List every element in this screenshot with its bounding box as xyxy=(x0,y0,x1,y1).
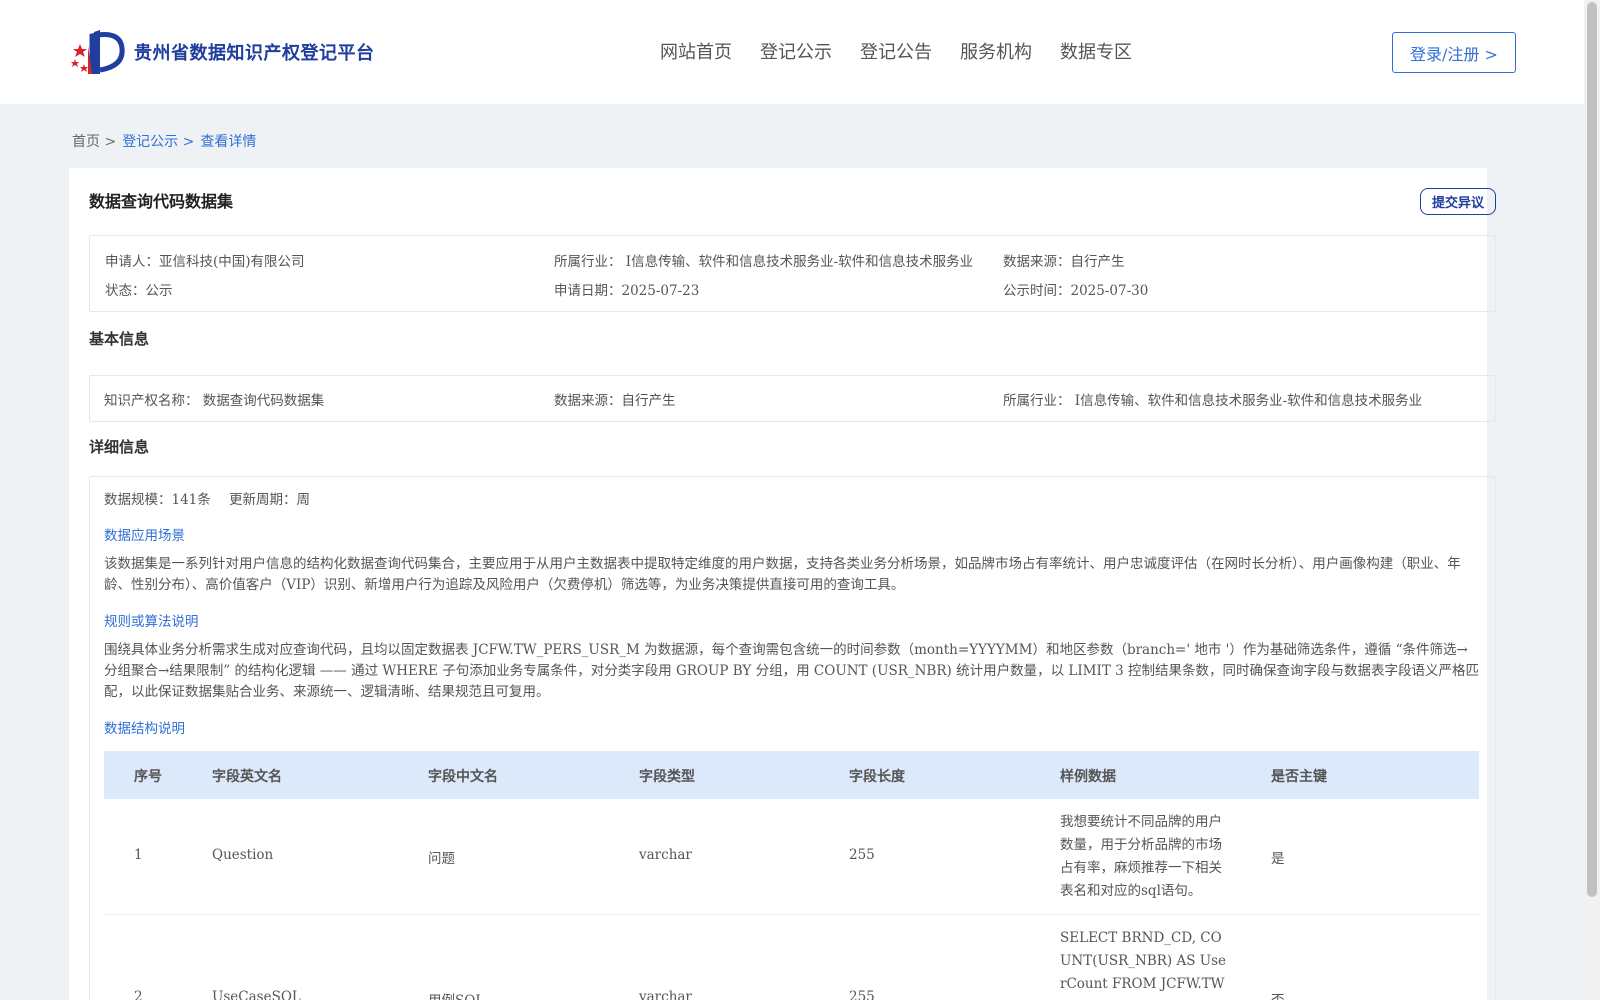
nav-service-agency[interactable]: 服务机构 xyxy=(960,38,1032,64)
cell-field-length: 255 xyxy=(849,989,875,1000)
breadcrumb: 首页 > 登记公示 > 查看详情 xyxy=(72,131,256,151)
site-title: 贵州省数据知识产权登记平台 xyxy=(134,43,375,64)
nav-data-zone[interactable]: 数据专区 xyxy=(1060,38,1132,64)
submit-objection-button[interactable]: 提交异议 xyxy=(1420,188,1496,215)
login-register-button[interactable]: 登录/注册 > xyxy=(1392,32,1516,73)
nav-announcement[interactable]: 登记公告 xyxy=(860,38,932,64)
page-title: 数据查询代码数据集 xyxy=(89,192,234,211)
th-field-length: 字段长度 xyxy=(849,769,905,785)
th-sample: 样例数据 xyxy=(1060,769,1116,785)
scrollbar-thumb[interactable] xyxy=(1587,2,1597,897)
th-field-type: 字段类型 xyxy=(639,769,695,785)
table-header: 序号 字段英文名 字段中文名 字段类型 字段长度 样例数据 是否主键 xyxy=(104,751,1479,799)
table-row: 2 UseCaseSQL 用例SQL varchar 255 SELECT BR… xyxy=(104,915,1479,1000)
cell-field-type: varchar xyxy=(639,989,692,1000)
site-logo[interactable]: 贵州省数据知识产权登记平台 xyxy=(70,26,375,78)
publish-date: 公示时间：2025-07-30 xyxy=(1003,283,1149,299)
basic-info-box: 知识产权名称： 数据查询代码数据集 数据来源：自行产生 所属行业： I信息传输、… xyxy=(89,375,1496,422)
logo-emblem-icon xyxy=(70,26,130,78)
summary-box: 申请人：亚信科技(中国)有限公司 所属行业： I信息传输、软件和信息技术服务业-… xyxy=(89,235,1496,312)
nav-publicity[interactable]: 登记公示 xyxy=(760,38,832,64)
update-cycle: 更新周期：周 xyxy=(229,492,310,508)
cell-field-length: 255 xyxy=(849,847,875,863)
basic-data-source: 数据来源：自行产生 xyxy=(554,393,676,409)
cell-field-cn: 用例SQL xyxy=(428,989,484,1000)
top-header: 贵州省数据知识产权登记平台 网站首页 登记公示 登记公告 服务机构 数据专区 登… xyxy=(0,0,1584,104)
breadcrumb-home[interactable]: 首页 > xyxy=(72,131,116,151)
page-scrollbar[interactable] xyxy=(1584,0,1600,1000)
main-nav: 网站首页 登记公示 登记公告 服务机构 数据专区 xyxy=(660,38,1132,64)
apply-date: 申请日期：2025-07-23 xyxy=(554,283,700,299)
cell-primary-key: 是 xyxy=(1271,851,1285,867)
rule-title: 规则或算法说明 xyxy=(104,614,199,630)
applicant: 申请人：亚信科技(中国)有限公司 xyxy=(105,254,305,270)
cell-index: 1 xyxy=(134,847,143,863)
detail-card: 数据查询代码数据集 提交异议 申请人：亚信科技(中国)有限公司 所属行业： I信… xyxy=(69,168,1496,1000)
basic-industry: 所属行业： I信息传输、软件和信息技术服务业-软件和信息技术服务业 xyxy=(1003,393,1423,409)
breadcrumb-publicity[interactable]: 登记公示 > xyxy=(122,131,194,151)
status: 状态：公示 xyxy=(105,283,173,299)
cell-field-en: Question xyxy=(212,847,274,863)
th-primary-key: 是否主键 xyxy=(1271,769,1327,785)
basic-info-title: 基本信息 xyxy=(89,330,150,348)
th-field-en: 字段英文名 xyxy=(212,769,282,785)
data-source: 数据来源：自行产生 xyxy=(1003,254,1125,270)
ip-name: 知识产权名称： 数据查询代码数据集 xyxy=(104,393,325,409)
scenario-title: 数据应用场景 xyxy=(104,528,185,544)
th-field-cn: 字段中文名 xyxy=(428,769,498,785)
data-scale: 数据规模：141条 xyxy=(104,492,211,508)
industry: 所属行业： I信息传输、软件和信息技术服务业-软件和信息技术服务业 xyxy=(554,254,974,270)
detail-info-title: 详细信息 xyxy=(89,438,150,456)
breadcrumb-current: 查看详情 xyxy=(200,134,257,150)
cell-index: 2 xyxy=(134,989,143,1000)
table-row: 1 Question 问题 varchar 255 我想要统计不同品牌的用户数量… xyxy=(104,799,1479,915)
cell-sample: SELECT BRND_CD, COUNT(USR_NBR) AS UserCo… xyxy=(1060,930,1227,1000)
structure-table: 序号 字段英文名 字段中文名 字段类型 字段长度 样例数据 是否主键 1 Que… xyxy=(104,751,1479,1000)
structure-title: 数据结构说明 xyxy=(104,721,185,737)
cell-field-type: varchar xyxy=(639,847,692,863)
scenario-text: 该数据集是一系列针对用户信息的结构化数据查询代码集合，主要应用于从用户主数据表中… xyxy=(104,556,1461,593)
nav-home[interactable]: 网站首页 xyxy=(660,38,732,64)
cell-field-cn: 问题 xyxy=(428,851,455,867)
cell-primary-key: 否 xyxy=(1271,989,1285,1000)
cell-sample: 我想要统计不同品牌的用户数量，用于分析品牌的市场占有率，麻烦推荐一下相关表名和对… xyxy=(1060,814,1222,899)
rule-text: 围绕具体业务分析需求生成对应查询代码，且均以固定数据表 JCFW.TW_PERS… xyxy=(104,642,1479,700)
cell-field-en: UseCaseSQL xyxy=(212,989,301,1000)
th-index: 序号 xyxy=(134,769,162,785)
